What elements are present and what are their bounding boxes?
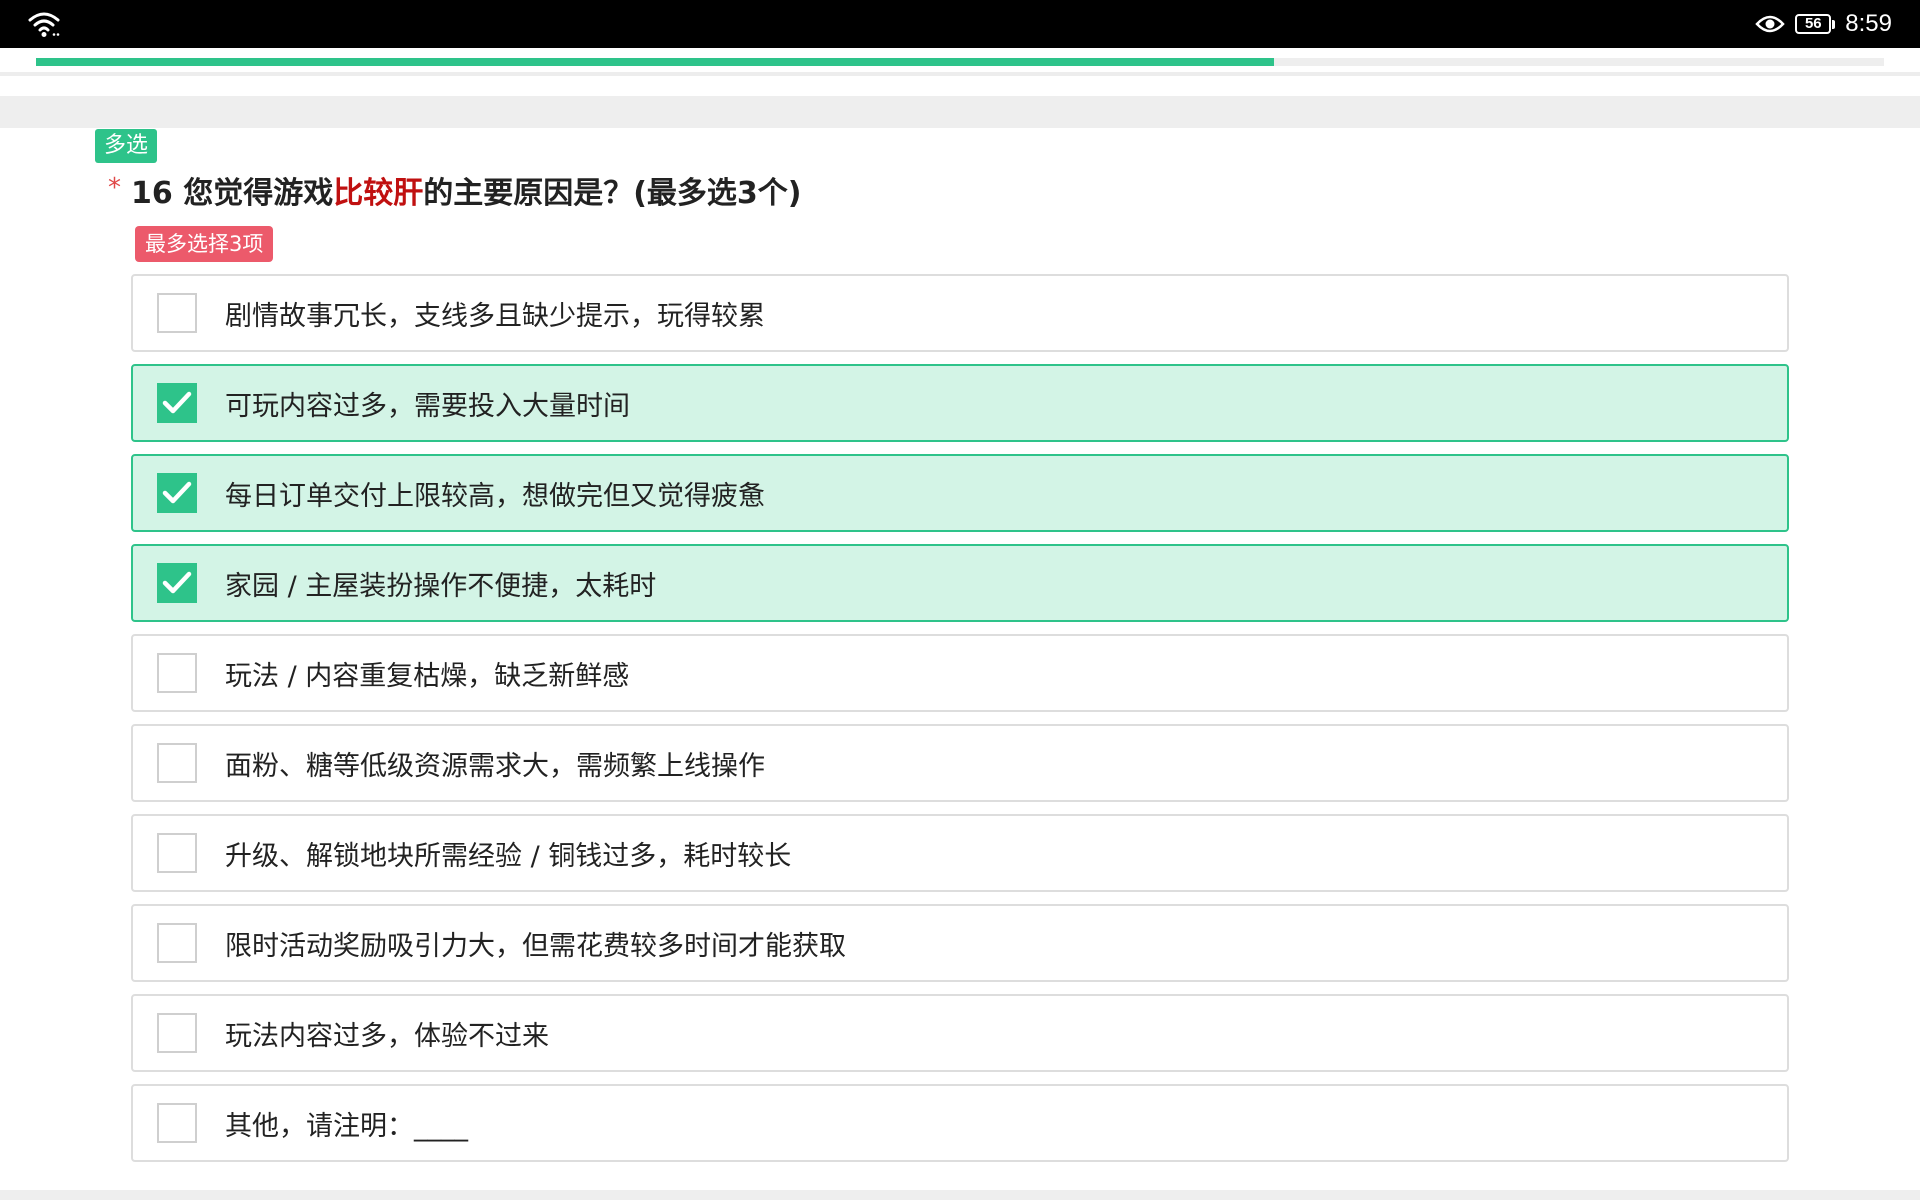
option-label: 玩法 / 内容重复枯燥，缺乏新鲜感: [225, 660, 630, 692]
option-item[interactable]: 剧情故事冗长，支线多且缺少提示，玩得较累: [131, 274, 1789, 352]
checkbox[interactable]: [157, 1103, 197, 1143]
eye-icon: [1755, 15, 1785, 33]
question-type-tag: 多选: [95, 129, 158, 163]
checkbox[interactable]: [157, 833, 197, 873]
option-label: 每日订单交付上限较高，想做完但又觉得疲惫: [225, 480, 765, 512]
option-item[interactable]: 升级、解锁地块所需经验 / 铜钱过多，耗时较长: [131, 814, 1789, 892]
option-label: 家园 / 主屋装扮操作不便捷，太耗时: [225, 570, 657, 602]
check-icon: [162, 391, 192, 414]
option-label: 玩法内容过多，体验不过来: [225, 1020, 549, 1052]
option-item[interactable]: 玩法内容过多，体验不过来: [131, 994, 1789, 1072]
wifi-icon: [28, 12, 60, 37]
status-right: 56 8:59: [1755, 0, 1892, 48]
option-item[interactable]: 限时活动奖励吸引力大，但需花费较多时间才能获取: [131, 904, 1789, 982]
section-divider: [0, 96, 1920, 128]
question-text-after: 的主要原因是？(最多选3个): [423, 176, 802, 211]
clock: 8:59: [1845, 10, 1892, 37]
checkbox[interactable]: [157, 1013, 197, 1053]
question-text-before: 您觉得游戏: [183, 176, 334, 211]
question-text: 16 您觉得游戏比较肝的主要原因是？(最多选3个): [131, 168, 802, 212]
progress-fill: [36, 58, 1275, 66]
option-label: 剧情故事冗长，支线多且缺少提示，玩得较累: [225, 300, 765, 332]
option-item[interactable]: 每日订单交付上限较高，想做完但又觉得疲惫: [131, 454, 1789, 532]
bottom-divider: [0, 1190, 1920, 1200]
option-item[interactable]: 家园 / 主屋装扮操作不便捷，太耗时: [131, 544, 1789, 622]
max-selection-tag: 最多选择3项: [135, 226, 274, 262]
check-icon: [162, 571, 192, 594]
progress-bar: [36, 58, 1884, 66]
checkbox[interactable]: [157, 923, 197, 963]
checkbox[interactable]: [157, 653, 197, 693]
option-label: 其他，请注明：____: [225, 1110, 468, 1142]
options-list: 剧情故事冗长，支线多且缺少提示，玩得较累 可玩内容过多，需要投入大量时间 每日订…: [131, 274, 1789, 1174]
option-item[interactable]: 其他，请注明：____: [131, 1084, 1789, 1162]
option-item[interactable]: 玩法 / 内容重复枯燥，缺乏新鲜感: [131, 634, 1789, 712]
checkbox[interactable]: [157, 293, 197, 333]
battery-icon: 56: [1795, 14, 1836, 34]
option-label: 升级、解锁地块所需经验 / 铜钱过多，耗时较长: [225, 840, 792, 872]
option-item[interactable]: 可玩内容过多，需要投入大量时间: [131, 364, 1789, 442]
question-highlight: 比较肝: [333, 176, 424, 211]
check-icon: [162, 481, 192, 504]
status-bar: 56 8:59: [0, 0, 1920, 48]
checkbox[interactable]: [157, 563, 197, 603]
checkbox[interactable]: [157, 743, 197, 783]
question-title: * 16 您觉得游戏比较肝的主要原因是？(最多选3个): [108, 168, 802, 212]
option-label: 限时活动奖励吸引力大，但需花费较多时间才能获取: [225, 930, 846, 962]
checkbox[interactable]: [157, 473, 197, 513]
battery-level: 56: [1795, 14, 1832, 34]
option-label: 可玩内容过多，需要投入大量时间: [225, 390, 630, 422]
checkbox[interactable]: [157, 383, 197, 423]
required-mark: *: [108, 173, 121, 203]
divider: [0, 72, 1920, 76]
question-number: 16: [131, 176, 173, 211]
option-label: 面粉、糖等低级资源需求大，需频繁上线操作: [225, 750, 765, 782]
option-item[interactable]: 面粉、糖等低级资源需求大，需频繁上线操作: [131, 724, 1789, 802]
